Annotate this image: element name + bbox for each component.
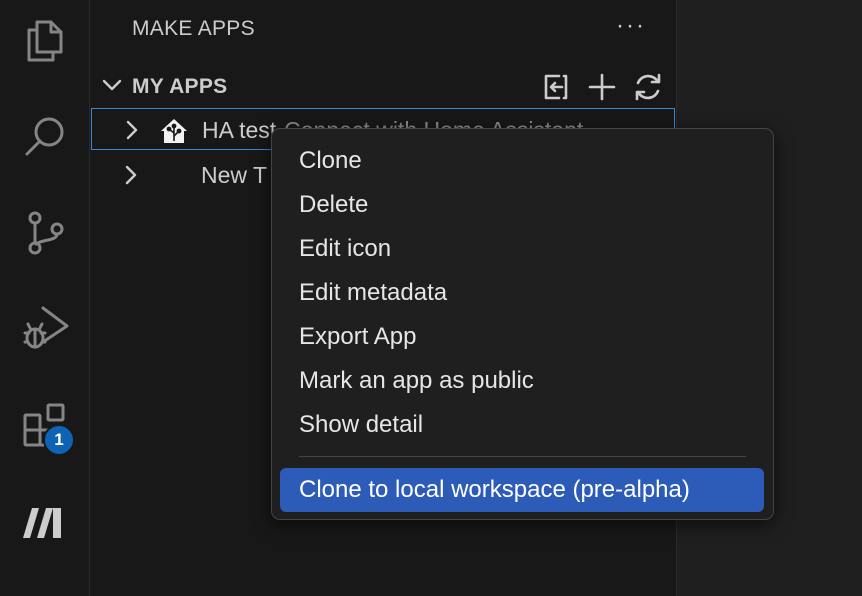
- menu-item-clone[interactable]: Clone: [280, 139, 764, 183]
- menu-item-edit-icon[interactable]: Edit icon: [280, 227, 764, 271]
- refresh-icon[interactable]: [631, 70, 665, 104]
- my-apps-section-header[interactable]: MY APPS: [91, 66, 677, 106]
- search-icon[interactable]: [17, 108, 73, 164]
- menu-item-delete[interactable]: Delete: [280, 183, 764, 227]
- chevron-right-icon: [122, 120, 142, 145]
- section-actions: [539, 70, 665, 104]
- explorer-icon[interactable]: [17, 12, 73, 68]
- extensions-badge: 1: [43, 424, 75, 456]
- activity-bar: 1: [0, 0, 90, 596]
- chevron-right-icon: [121, 165, 141, 190]
- tree-item-label: New T: [201, 162, 268, 188]
- menu-item-export-app[interactable]: Export App: [280, 315, 764, 359]
- make-logo-icon[interactable]: [17, 494, 73, 550]
- section-title: MY APPS: [132, 75, 228, 98]
- add-icon[interactable]: [585, 70, 619, 104]
- menu-item-clone-to-local-workspace[interactable]: Clone to local workspace (pre-alpha): [280, 468, 764, 512]
- menu-item-edit-metadata[interactable]: Edit metadata: [280, 271, 764, 315]
- menu-item-show-detail[interactable]: Show detail: [280, 403, 764, 447]
- menu-separator: [299, 456, 746, 457]
- sidebar-title: MAKE APPS: [132, 17, 255, 40]
- home-assistant-icon: [159, 117, 189, 150]
- menu-item-mark-public[interactable]: Mark an app as public: [280, 359, 764, 403]
- import-icon[interactable]: [539, 70, 573, 104]
- app-name: HA test: [202, 117, 277, 143]
- more-actions-button[interactable]: ···: [616, 12, 646, 40]
- source-control-icon[interactable]: [17, 205, 73, 261]
- context-menu: Clone Delete Edit icon Edit metadata Exp…: [271, 128, 774, 520]
- run-debug-icon[interactable]: [17, 300, 73, 356]
- chevron-down-icon: [101, 74, 123, 101]
